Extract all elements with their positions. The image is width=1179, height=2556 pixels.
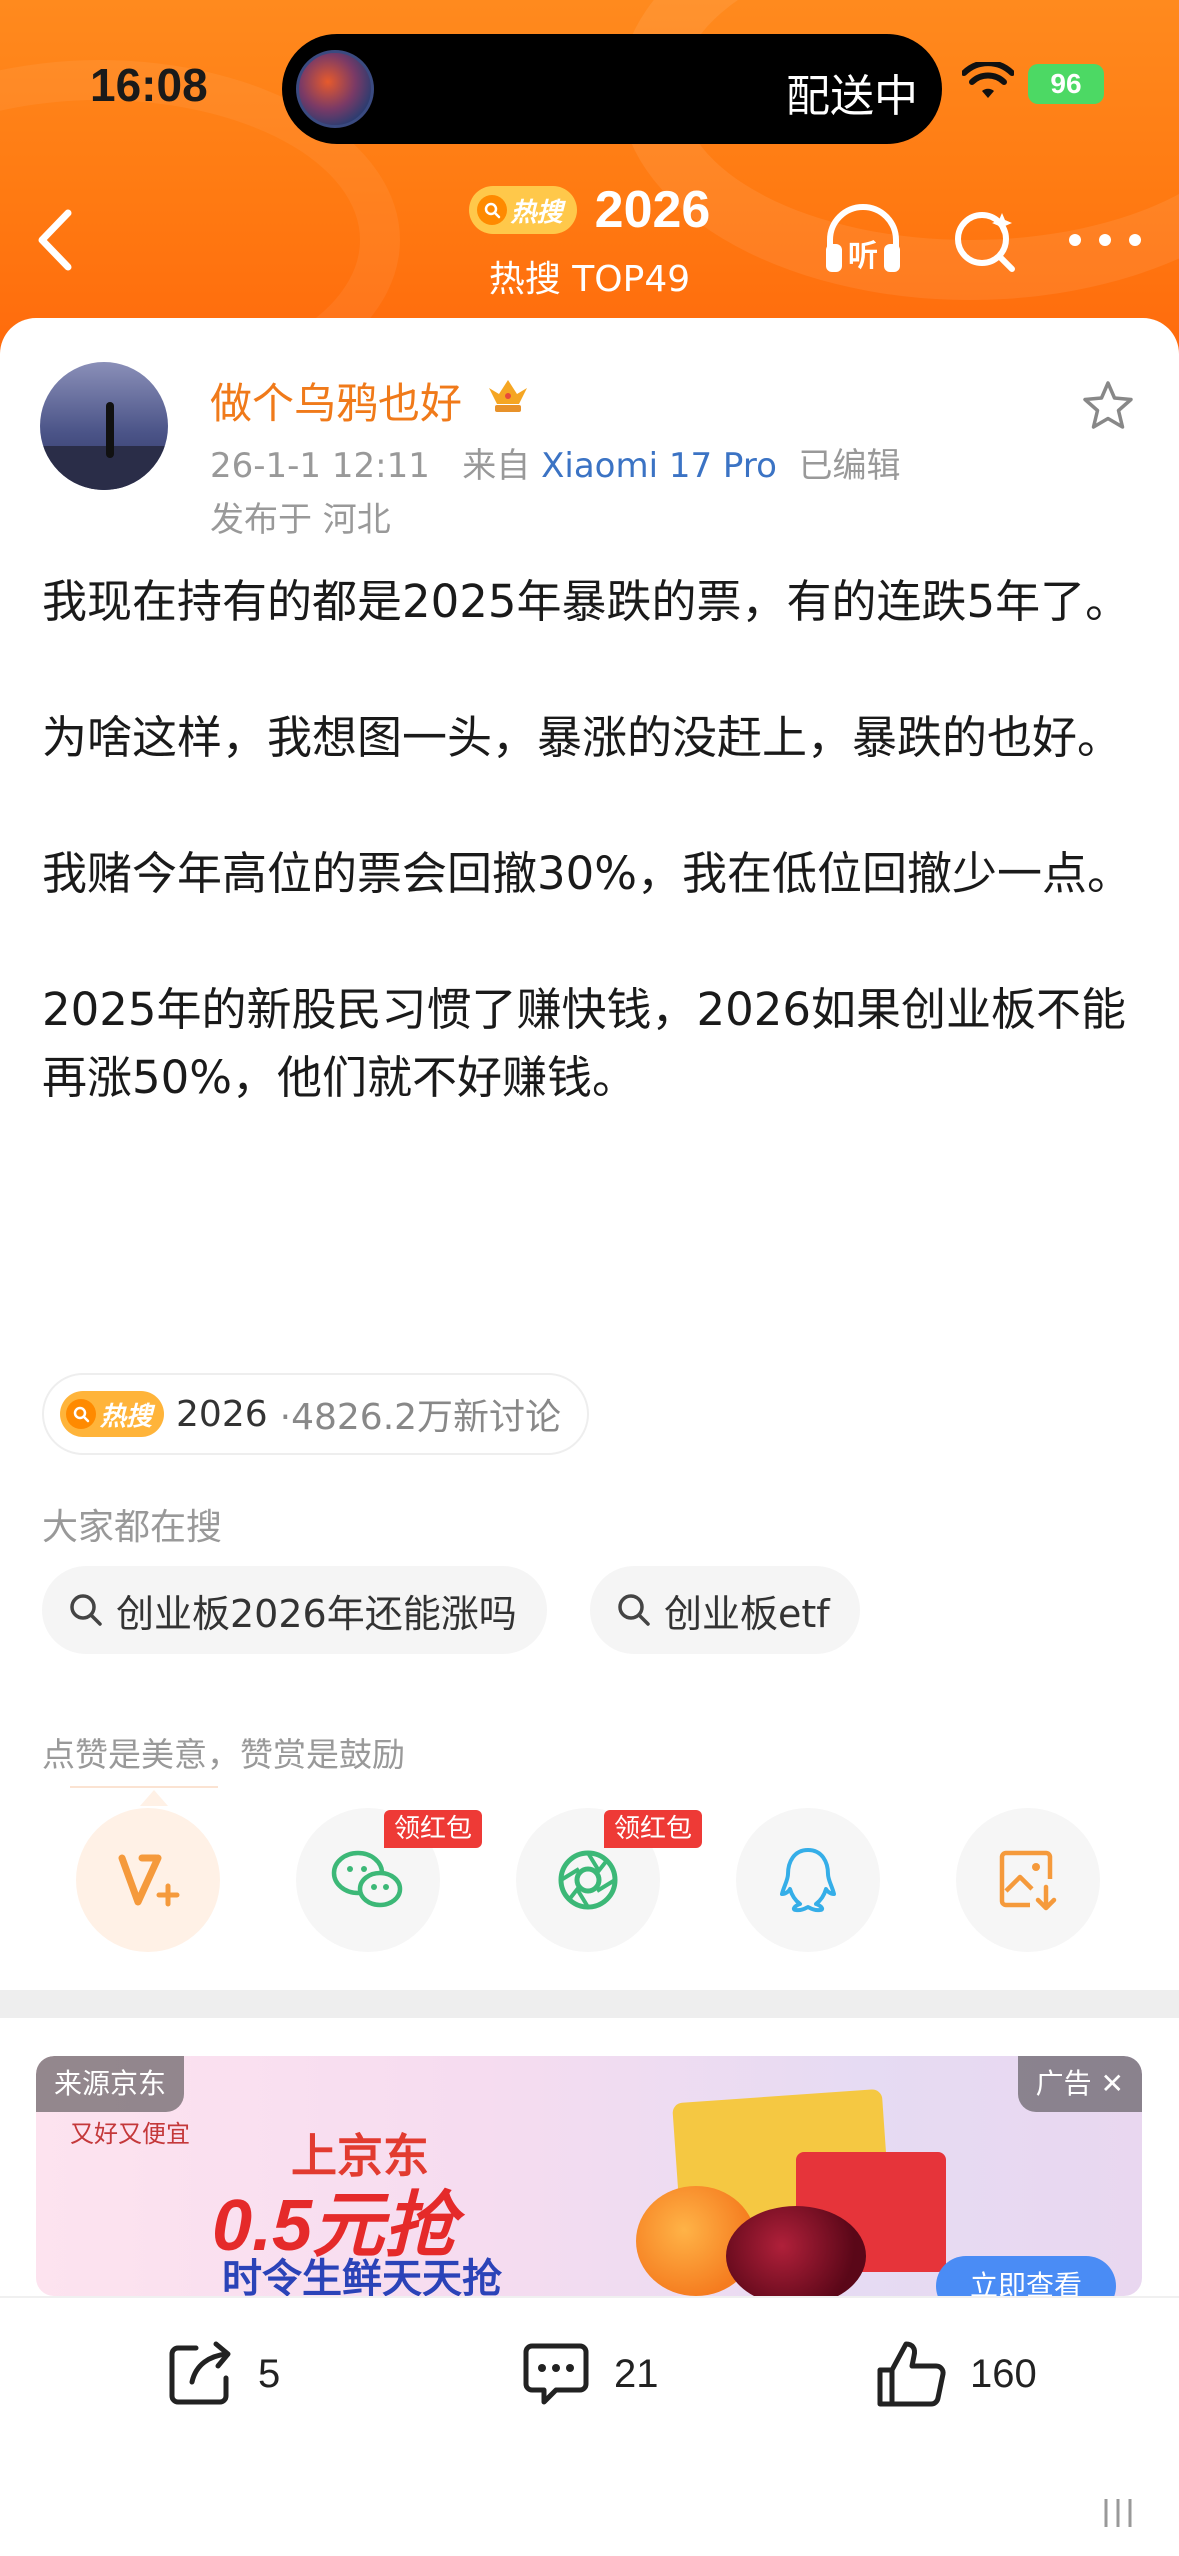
- search-icon: [476, 195, 507, 225]
- repost-button[interactable]: 5: [160, 2334, 280, 2414]
- wifi-icon: [962, 62, 1014, 98]
- avatar-decoration: [106, 402, 114, 458]
- status-time: 16:08: [90, 59, 208, 111]
- share-qq-button[interactable]: [736, 1808, 880, 1952]
- reward-caret: [140, 1790, 168, 1806]
- listen-headphone-icon[interactable]: 听: [820, 200, 906, 280]
- ad-source-label: 来源京东: [36, 2056, 185, 2112]
- edited-label: 已编辑: [798, 446, 901, 486]
- save-image-icon: [999, 1850, 1057, 1911]
- post-location: 发布于 河北: [210, 500, 391, 540]
- related-search-chip[interactable]: 创业板2026年还能涨吗: [42, 1566, 547, 1654]
- thumbs-up-icon: [877, 2341, 946, 2407]
- comment-icon: [523, 2343, 589, 2405]
- menu-lines-icon: [1104, 2499, 1132, 2527]
- repost-count: 5: [258, 2351, 281, 2396]
- hot-topic-pill[interactable]: 热搜 2026 ·4826.2万新讨论: [42, 1373, 590, 1455]
- related-search-chip[interactable]: 创业板etf: [590, 1566, 860, 1654]
- search-icon[interactable]: [950, 205, 1020, 275]
- qq-icon: [780, 1848, 836, 1913]
- avatar-decoration: [40, 446, 168, 490]
- device-link[interactable]: Xiaomi 17 Pro: [541, 446, 777, 486]
- like-button[interactable]: 160: [872, 2334, 1037, 2414]
- search-icon: [70, 1594, 102, 1626]
- ad-cta-button[interactable]: 立即查看: [936, 2256, 1116, 2296]
- ad-banner[interactable]: 又好又便宜 上京东 0.5元抢 时令生鲜天天抢 立即查看 来源京东 广告 ✕: [36, 2056, 1142, 2296]
- post-body: 我现在持有的都是2025年暴跌的票，有的连跌5年了。 为啥这样，我想图一头，暴涨…: [42, 568, 1142, 1112]
- red-packet-tag: 领红包: [384, 1810, 483, 1848]
- topic-word: 2026: [176, 1393, 268, 1435]
- moments-icon: [558, 1850, 618, 1910]
- post-paragraph: 我赌今年高位的票会回撤30%，我在低位回撤少一点。: [42, 847, 1133, 900]
- section-divider: [0, 1990, 1179, 2018]
- repost-icon: [169, 2341, 231, 2405]
- ad-cherry-image: [726, 2206, 866, 2296]
- search-icon: [66, 1399, 96, 1429]
- hot-search-badge: 热搜: [468, 186, 577, 234]
- crown-icon: [489, 380, 527, 412]
- avatar[interactable]: [40, 362, 168, 490]
- bottom-action-bar: 5 21 160: [0, 2296, 1179, 2556]
- top-header: 16:08 配送中 96 热搜 2026 热搜 TOP49 听: [0, 0, 1179, 360]
- star-icon[interactable]: [1080, 378, 1136, 434]
- post-paragraph: 为啥这样，我想图一头，暴涨的没赶上，暴跌的也好。: [42, 711, 1123, 764]
- svg-text:听: 听: [848, 239, 878, 274]
- post-meta: 26-1-1 12:11 来自 Xiaomi 17 Pro 已编辑: [210, 438, 901, 487]
- save-image-button[interactable]: [956, 1808, 1100, 1952]
- related-search-label: 大家都在搜: [42, 1507, 223, 1548]
- post-datetime: 26-1-1 12:11: [210, 446, 430, 486]
- island-app-icon: [296, 50, 374, 128]
- related-search-text: 创业板2026年还能涨吗: [116, 1591, 517, 1636]
- hot-word: 2026: [594, 181, 711, 239]
- hot-search-badge: 热搜: [60, 1391, 165, 1437]
- source-prefix: 来自: [462, 446, 531, 486]
- topic-badge-label: 热搜: [100, 1401, 153, 1432]
- author-name[interactable]: 做个乌鸦也好: [210, 370, 462, 431]
- like-count: 160: [970, 2351, 1037, 2396]
- more-icon[interactable]: [1065, 225, 1145, 255]
- post-paragraph: 我现在持有的都是2025年暴跌的票，有的连跌5年了。: [42, 575, 1131, 628]
- wechat-icon: [331, 1850, 403, 1908]
- reward-label: 点赞是美意，赞赏是鼓励: [42, 1735, 405, 1774]
- island-status-text: 配送中: [786, 71, 918, 122]
- reward-divider: [70, 1786, 218, 1788]
- ad-subline: 时令生鲜天天抢: [222, 2256, 502, 2296]
- ad-close-button[interactable]: 广告 ✕: [1017, 2056, 1142, 2112]
- topic-count: ·4826.2万新讨论: [279, 1397, 562, 1438]
- search-icon: [618, 1594, 650, 1626]
- ad-brand-slogan: 又好又便宜: [70, 2120, 190, 2148]
- reward-button[interactable]: [76, 1808, 220, 1952]
- related-search-text: 创业板etf: [664, 1591, 830, 1636]
- post-paragraph: 2025年的新股民习惯了赚快钱，2026如果创业板不能再涨50%，他们就不好赚钱…: [42, 983, 1127, 1104]
- reward-v-icon: [118, 1854, 180, 1907]
- dynamic-island[interactable]: 配送中: [282, 34, 942, 144]
- battery-indicator: 96: [1028, 64, 1104, 104]
- red-packet-tag: 领红包: [604, 1810, 703, 1848]
- hot-badge-label: 热搜: [510, 197, 563, 228]
- comment-count: 21: [614, 2351, 659, 2396]
- comment-button[interactable]: 21: [516, 2334, 659, 2414]
- post-card: 做个乌鸦也好 26-1-1 12:11 来自 Xiaomi 17 Pro 已编辑…: [0, 318, 1179, 1978]
